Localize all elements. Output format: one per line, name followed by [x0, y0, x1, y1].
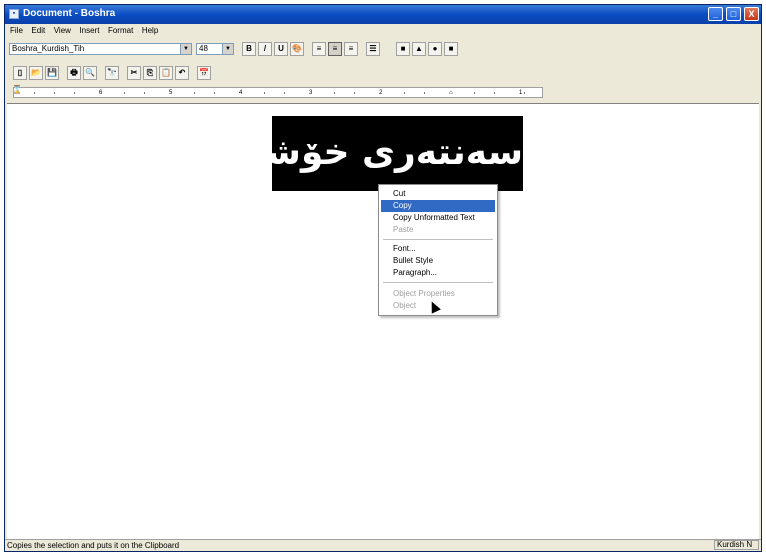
copy-icon[interactable]: ⎘ [143, 66, 157, 80]
menu-view[interactable]: View [51, 24, 74, 37]
indent-marker-icon[interactable]: ⌛ [12, 86, 22, 99]
menu-file[interactable]: File [7, 24, 26, 37]
underline-button[interactable]: U [274, 42, 288, 56]
bullets-button[interactable]: ☰ [366, 42, 380, 56]
maximize-button[interactable]: □ [726, 7, 741, 21]
context-paste[interactable]: Paste [381, 224, 495, 236]
date-time-icon[interactable]: 📅 [197, 66, 211, 80]
document-icon[interactable]: ▪ [9, 9, 19, 19]
language-indicator[interactable]: Kurdish N [714, 540, 759, 550]
italic-button[interactable]: / [258, 42, 272, 56]
print-preview-icon[interactable]: 🔍 [83, 66, 97, 80]
menu-edit[interactable]: Edit [28, 24, 48, 37]
standard-toolbar: ▯ 📂 💾 🖶 🔍 🔭 ✂ ⎘ 📋 ↶ 📅 [5, 63, 761, 83]
menu-bar: File Edit View Insert Format Help [5, 24, 761, 38]
open-folder-icon[interactable]: 📂 [29, 66, 43, 80]
align-center-button[interactable]: ≡ [328, 42, 342, 56]
ruler[interactable]: ⌛ 6 5 4 3 2 ⌂ 1 [12, 86, 543, 99]
context-menu: Cut Copy Copy Unformatted Text Paste Fon… [378, 184, 498, 316]
context-cut[interactable]: Cut [381, 188, 495, 200]
status-text: Copies the selection and puts it on the … [7, 541, 180, 550]
paste-icon[interactable]: 📋 [159, 66, 173, 80]
context-paragraph[interactable]: Paragraph... [381, 267, 495, 279]
window-title: Document - Boshra [23, 8, 116, 19]
insert-button-1[interactable]: ■ [396, 42, 410, 56]
bold-button[interactable]: B [242, 42, 256, 56]
minimize-button[interactable]: _ [708, 7, 723, 21]
new-document-icon[interactable]: ▯ [13, 66, 27, 80]
print-icon[interactable]: 🖶 [67, 66, 81, 80]
insert-button-2[interactable]: ▲ [412, 42, 426, 56]
insert-button-3[interactable]: ● [428, 42, 442, 56]
close-button[interactable]: X [744, 7, 759, 21]
selected-text[interactable]: سەنتەری خۆشی [272, 116, 523, 191]
menu-separator [383, 282, 493, 283]
align-right-button[interactable]: ≡ [344, 42, 358, 56]
status-bar: Copies the selection and puts it on the … [5, 539, 761, 551]
insert-button-4[interactable]: ■ [444, 42, 458, 56]
ruler-label: 2 [379, 90, 383, 96]
chevron-down-icon[interactable]: ▼ [180, 44, 191, 54]
ruler-label: 6 [99, 90, 103, 96]
font-size-select[interactable]: 48 ▼ [196, 43, 234, 55]
cut-icon[interactable]: ✂ [127, 66, 141, 80]
context-font[interactable]: Font... [381, 243, 495, 255]
title-bar[interactable]: ▪ Document - Boshra _ □ X [5, 5, 761, 24]
context-copy-unformatted[interactable]: Copy Unformatted Text [381, 212, 495, 224]
undo-icon[interactable]: ↶ [175, 66, 189, 80]
color-button[interactable]: 🎨 [290, 42, 304, 56]
menu-help[interactable]: Help [139, 24, 161, 37]
align-left-button[interactable]: ≡ [312, 42, 326, 56]
format-toolbar: Boshra_Kurdish_Tih ▼ 48 ▼ B / U 🎨 ≡ ≡ ≡ … [5, 40, 761, 58]
context-object-properties[interactable]: Object Properties [381, 288, 495, 300]
ruler-label: 3 [309, 90, 313, 96]
menu-format[interactable]: Format [105, 24, 136, 37]
chevron-down-icon[interactable]: ▼ [222, 44, 233, 54]
context-bullet-style[interactable]: Bullet Style [381, 255, 495, 267]
font-select-value: Boshra_Kurdish_Tih [12, 44, 85, 53]
ruler-label: 4 [239, 90, 243, 96]
ruler-label: 1 [519, 90, 523, 96]
ruler-label: 5 [169, 90, 173, 96]
document-area[interactable]: سەنتەری خۆشی Cut Copy Copy Unformatted T… [7, 103, 759, 542]
ruler-right-indent-icon[interactable]: ⌂ [449, 89, 453, 97]
font-select[interactable]: Boshra_Kurdish_Tih ▼ [9, 43, 192, 55]
find-icon[interactable]: 🔭 [105, 66, 119, 80]
menu-insert[interactable]: Insert [76, 24, 102, 37]
save-icon[interactable]: 💾 [45, 66, 59, 80]
app-window: ▪ Document - Boshra _ □ X File Edit View… [4, 4, 762, 552]
context-copy[interactable]: Copy [381, 200, 495, 212]
menu-separator [383, 239, 493, 240]
font-size-value: 48 [199, 44, 208, 53]
